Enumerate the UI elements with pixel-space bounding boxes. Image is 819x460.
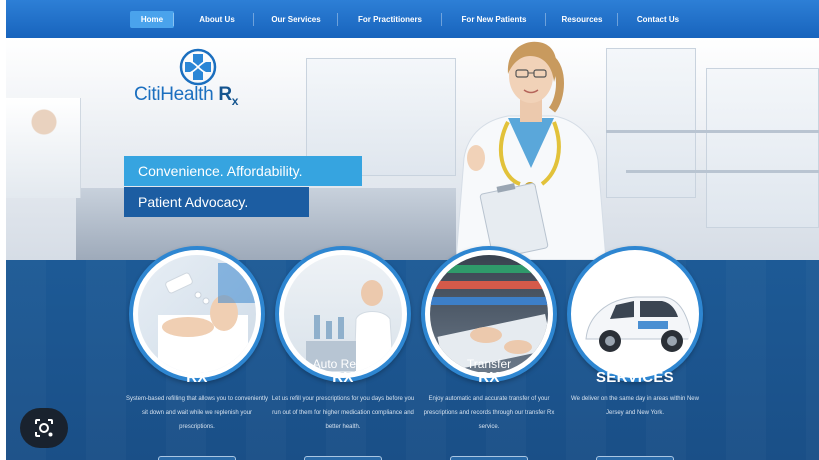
tagline-convenience: Convenience. Affordability. [124,156,362,186]
service-subtitle-auto-refills: RX [332,369,354,386]
hero-banner: CitiHealth Rx Convenience. Affordability… [6,38,819,260]
nav-for-practitioners[interactable]: For Practitioners [338,11,442,28]
service-desc-refill: System-based refilling that allows you t… [125,396,269,430]
refill-learn-more-button[interactable] [158,456,236,460]
service-desc-transfer: Enjoy automatic and accurate transfer of… [423,396,555,430]
service-card-auto-refills[interactable]: Auto Refills RX Let us refill your presc… [268,246,418,460]
lens-search-button[interactable] [20,408,68,448]
pharmacist-lab-photo [306,280,394,373]
service-card-transfer[interactable]: Transfer RX Enjoy automatic and accurate… [414,246,564,460]
services-section: Refill RX System-based refilling that al… [6,246,819,460]
service-desc-delivery: We deliver on the same day in areas with… [571,396,699,416]
nav-about-us[interactable]: About Us [180,11,254,28]
service-card-delivery[interactable]: Delivery SERVICES We deliver on the same… [560,246,710,460]
lab-shelf [626,170,819,173]
tagline-advocacy: Patient Advocacy. [124,187,309,217]
brand-rx-x: x [231,93,239,108]
pills-hand-photo [158,263,256,373]
service-subtitle-transfer: RX [478,369,500,386]
lab-scientist-photo [6,98,81,198]
caduceus-cross-icon [179,48,217,86]
brand-name-text: CitiHealth [134,84,214,105]
page: Home About Us Our Services For Practitio… [6,0,819,460]
nav-for-new-patients[interactable]: For New Patients [442,11,546,28]
nav-home[interactable]: Home [130,10,174,28]
brand-name: CitiHealth Rx [134,84,238,108]
auto-refills-learn-more-button[interactable] [304,456,382,460]
doctor-photo [455,41,607,260]
delivery-learn-more-button[interactable] [596,456,674,460]
lab-window [606,48,696,198]
nav-contact-us[interactable]: Contact Us [618,11,698,28]
nav-resources[interactable]: Resources [546,11,618,28]
service-subtitle-refill: RX [186,369,208,386]
lab-shelf [606,130,819,133]
service-card-refill[interactable]: Refill RX System-based refilling that al… [122,246,272,460]
transfer-learn-more-button[interactable] [450,456,528,460]
service-subtitle-delivery: SERVICES [596,369,674,386]
brand-logo[interactable]: CitiHealth Rx [134,48,274,108]
brand-rx: Rx [218,84,239,108]
service-desc-auto-refills: Let us refill your prescriptions for you… [271,396,415,430]
nav-our-services[interactable]: Our Services [254,11,338,28]
main-nav: Home About Us Our Services For Practitio… [6,0,819,38]
pharmacy-keyboard-photo [430,265,548,373]
lab-window [706,68,819,228]
brand-rx-r: R [218,84,232,105]
delivery-car-photo [585,296,693,352]
camera-search-icon [35,419,53,437]
